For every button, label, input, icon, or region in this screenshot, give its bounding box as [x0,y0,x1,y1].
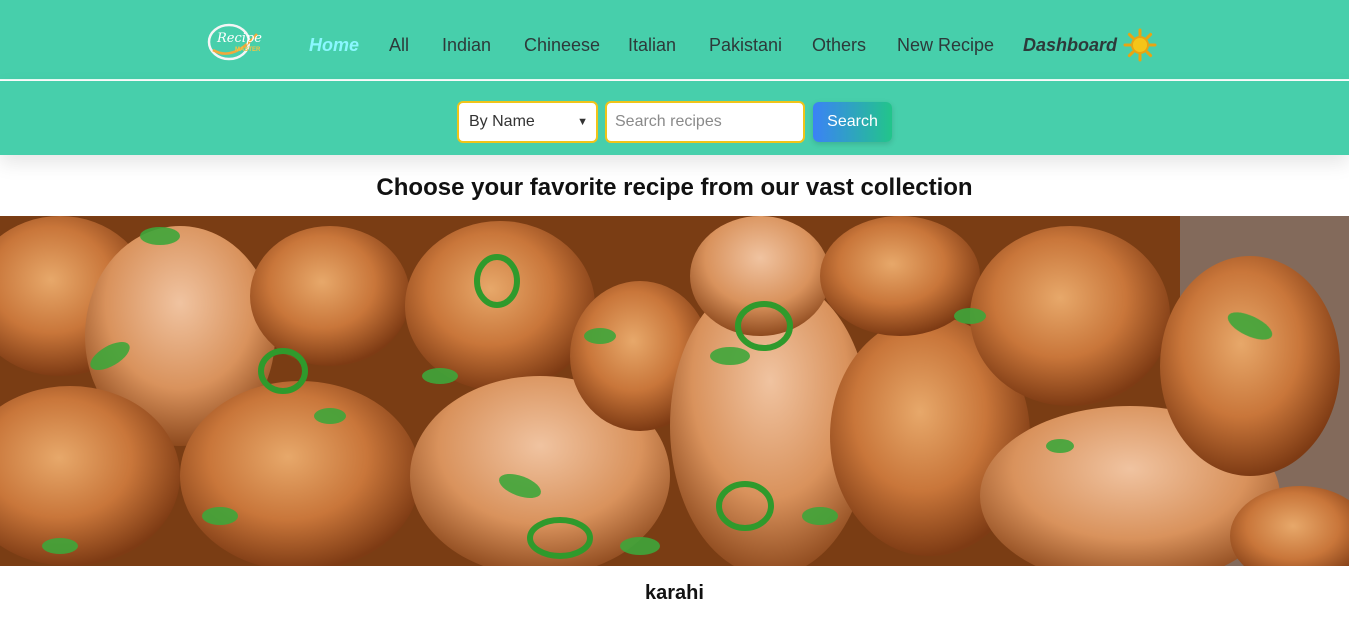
nav-italian-link[interactable]: Italian [628,35,676,56]
search-input[interactable] [605,101,805,143]
page-headline: Choose your favorite recipe from our vas… [376,174,973,201]
nav-pakistani-link[interactable]: Pakistani [709,35,782,56]
nav-home-link[interactable]: Home [309,35,359,56]
nav-new-recipe-link[interactable]: New Recipe [897,35,994,56]
featured-recipe-name: karahi [645,582,704,604]
search-filter-selected: By Name [469,113,535,130]
featured-recipe-image[interactable] [0,216,1349,566]
nav-dashboard-link[interactable]: Dashboard [1023,35,1117,56]
search-bar: By Name ▼ Search [0,81,1349,155]
karahi-dish-image [0,216,1349,566]
search-button[interactable]: Search [813,102,892,142]
chevron-down-icon: ▼ [577,116,588,128]
nav-indian-link[interactable]: Indian [442,35,491,56]
nav-others-link[interactable]: Others [812,35,866,56]
nav-all-link[interactable]: All [389,35,409,56]
top-navbar: Recipe MASTER Home All Indian Chineese I… [0,0,1349,80]
nav-chineese-link[interactable]: Chineese [524,35,600,56]
theme-toggle-sun-icon[interactable] [1123,28,1157,62]
search-filter-select[interactable]: By Name ▼ [457,101,598,143]
